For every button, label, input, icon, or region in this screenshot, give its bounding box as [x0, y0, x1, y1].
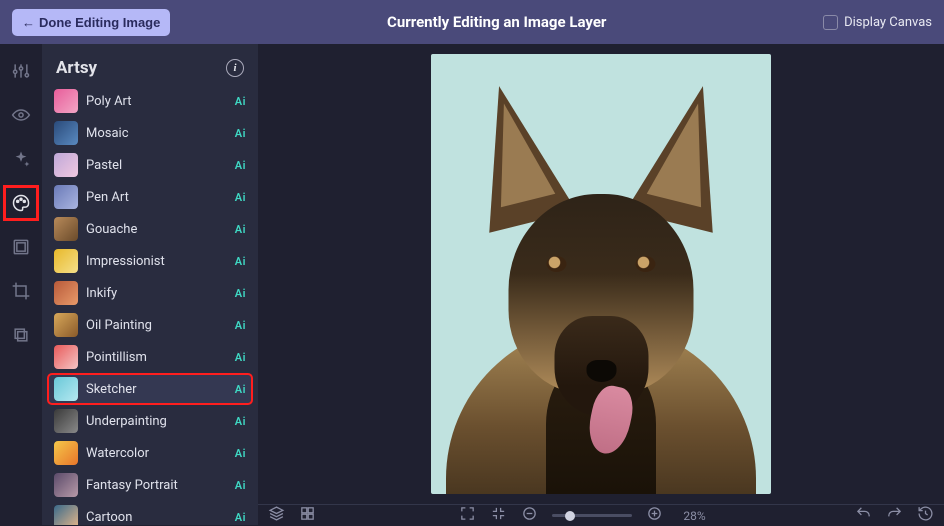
- effect-thumbnail: [54, 441, 78, 465]
- zoom-out-button[interactable]: [521, 505, 538, 526]
- effect-thumbnail: [54, 153, 78, 177]
- effect-item[interactable]: Inkify Ai: [48, 278, 252, 308]
- effect-thumbnail: [54, 377, 78, 401]
- ai-badge: Ai: [235, 159, 246, 172]
- layers-icon[interactable]: [8, 322, 34, 348]
- display-canvas-label: Display Canvas: [844, 15, 932, 30]
- ai-badge: Ai: [235, 383, 246, 396]
- checkbox-icon: [823, 15, 838, 30]
- ai-badge: Ai: [235, 255, 246, 268]
- effect-thumbnail: [54, 249, 78, 273]
- effect-item[interactable]: Poly Art Ai: [48, 86, 252, 116]
- ai-badge: Ai: [235, 319, 246, 332]
- crop-icon[interactable]: [8, 278, 34, 304]
- effect-name: Cartoon: [86, 510, 227, 525]
- effect-item[interactable]: Gouache Ai: [48, 214, 252, 244]
- expand-icon[interactable]: [459, 505, 476, 526]
- effect-name: Impressionist: [86, 254, 227, 269]
- effect-name: Pointillism: [86, 350, 227, 365]
- panel-header: Artsy i: [42, 44, 258, 86]
- effects-panel: Artsy i Poly ArtAiMosaicAiPastelAiPen Ar…: [42, 44, 258, 525]
- effect-name: Pen Art: [86, 190, 227, 205]
- ai-badge: Ai: [235, 127, 246, 140]
- zoom-in-button[interactable]: [646, 505, 663, 526]
- done-editing-button[interactable]: ← Done Editing Image: [12, 9, 170, 36]
- tool-strip: [0, 44, 42, 525]
- undo-button[interactable]: [855, 505, 872, 526]
- zoom-value: 28%: [683, 509, 705, 523]
- canvas: [431, 54, 771, 494]
- grid-icon[interactable]: [299, 505, 316, 526]
- info-icon[interactable]: i: [226, 59, 244, 77]
- effect-name: Pastel: [86, 158, 227, 173]
- effect-thumbnail: [54, 313, 78, 337]
- eye-icon[interactable]: [8, 102, 34, 128]
- effect-name: Underpainting: [86, 414, 227, 429]
- ai-badge: Ai: [235, 511, 246, 524]
- effect-item[interactable]: Pastel Ai: [48, 150, 252, 180]
- effect-item[interactable]: Pen Art Ai: [48, 182, 252, 212]
- body: Artsy i Poly ArtAiMosaicAiPastelAiPen Ar…: [0, 44, 944, 525]
- effect-thumbnail: [54, 121, 78, 145]
- effect-name: Watercolor: [86, 446, 227, 461]
- effect-thumbnail: [54, 89, 78, 113]
- effect-name: Fantasy Portrait: [86, 478, 227, 493]
- ai-badge: Ai: [235, 287, 246, 300]
- effect-item[interactable]: Oil Painting Ai: [48, 310, 252, 340]
- effect-item[interactable]: Impressionist Ai: [48, 246, 252, 276]
- ai-badge: Ai: [235, 95, 246, 108]
- effect-name: Gouache: [86, 222, 227, 237]
- arrow-left-icon: ←: [22, 15, 35, 30]
- header-bar: ← Done Editing Image Currently Editing a…: [0, 0, 944, 44]
- effect-thumbnail: [54, 217, 78, 241]
- display-canvas-toggle[interactable]: Display Canvas: [823, 15, 932, 30]
- effect-thumbnail: [54, 185, 78, 209]
- ai-badge: Ai: [235, 447, 246, 460]
- zoom-slider-handle[interactable]: [565, 511, 575, 521]
- collapse-icon[interactable]: [490, 505, 507, 526]
- effect-name: Mosaic: [86, 126, 227, 141]
- done-label: Done Editing Image: [39, 15, 160, 30]
- canvas-viewport[interactable]: [258, 44, 944, 504]
- effect-item[interactable]: Sketcher Ai: [48, 374, 252, 404]
- effect-item[interactable]: Watercolor Ai: [48, 438, 252, 468]
- ai-badge: Ai: [235, 191, 246, 204]
- effect-name: Poly Art: [86, 94, 227, 109]
- effect-name: Sketcher: [86, 382, 227, 397]
- effect-item[interactable]: Mosaic Ai: [48, 118, 252, 148]
- bottom-bar: 28%: [258, 504, 944, 526]
- effect-item[interactable]: Cartoon Ai: [48, 502, 252, 525]
- adjust-icon[interactable]: [8, 58, 34, 84]
- sparkle-icon[interactable]: [8, 146, 34, 172]
- ai-badge: Ai: [235, 223, 246, 236]
- redo-button[interactable]: [886, 505, 903, 526]
- page-title: Currently Editing an Image Layer: [170, 13, 823, 31]
- ai-badge: Ai: [235, 415, 246, 428]
- effect-item[interactable]: Pointillism Ai: [48, 342, 252, 372]
- frame-icon[interactable]: [8, 234, 34, 260]
- effect-item[interactable]: Fantasy Portrait Ai: [48, 470, 252, 500]
- effect-item[interactable]: Underpainting Ai: [48, 406, 252, 436]
- effects-list: Poly ArtAiMosaicAiPastelAiPen ArtAiGouac…: [42, 86, 258, 525]
- palette-icon[interactable]: [8, 190, 34, 216]
- panel-title: Artsy: [56, 58, 97, 78]
- stack-icon[interactable]: [268, 505, 285, 526]
- effect-thumbnail: [54, 409, 78, 433]
- effect-thumbnail: [54, 473, 78, 497]
- effect-thumbnail: [54, 281, 78, 305]
- history-button[interactable]: [917, 505, 934, 526]
- effect-thumbnail: [54, 345, 78, 369]
- effect-name: Oil Painting: [86, 318, 227, 333]
- effect-thumbnail: [54, 505, 78, 525]
- canvas-image: [436, 84, 766, 494]
- canvas-area: 28%: [258, 44, 944, 525]
- effect-name: Inkify: [86, 286, 227, 301]
- ai-badge: Ai: [235, 479, 246, 492]
- ai-badge: Ai: [235, 351, 246, 364]
- zoom-slider[interactable]: [552, 514, 632, 517]
